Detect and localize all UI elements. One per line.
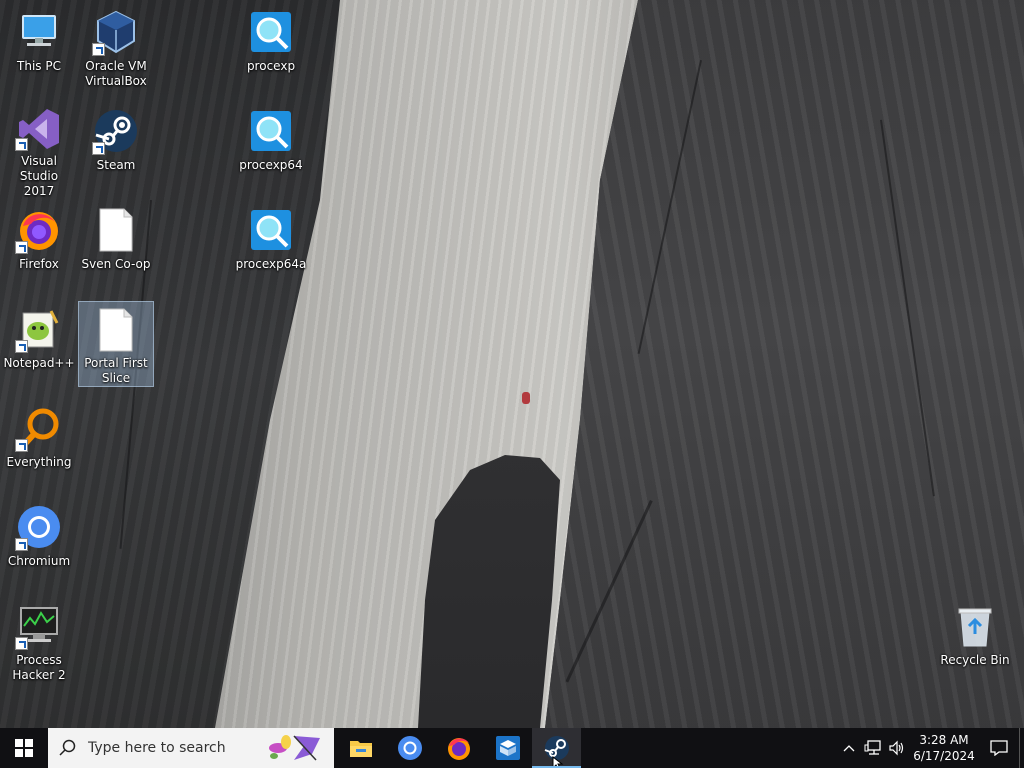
speaker-icon (889, 740, 904, 756)
desktop-icon-virtualbox[interactable]: Oracle VM VirtualBox (78, 4, 154, 90)
chevron-up-icon (843, 745, 855, 752)
procexp-icon (247, 8, 295, 56)
shortcut-arrow-icon (15, 138, 28, 151)
desktop-icon-label: Everything (6, 455, 72, 469)
shortcut-arrow-icon (15, 538, 28, 551)
desktop-icon-procexp64[interactable]: procexp64 (233, 103, 309, 189)
desktop-icon-firefox[interactable]: Firefox (1, 202, 77, 288)
virtualbox-icon (92, 8, 140, 56)
desktop-icon-steam[interactable]: Steam (78, 103, 154, 189)
taskbar: 3:28 AM 6/17/2024 (0, 728, 1024, 768)
desktop-icon-label: Firefox (19, 257, 59, 271)
taskbar-app-file-explorer[interactable] (336, 728, 385, 768)
desktop-icon-label: Oracle VM VirtualBox (85, 59, 147, 88)
shortcut-arrow-icon (15, 637, 28, 650)
desktop-icon-this-pc[interactable]: This PC (1, 4, 77, 90)
clock-time: 3:28 AM (919, 733, 969, 747)
chromium-icon (15, 503, 63, 551)
file-explorer-icon (349, 741, 372, 757)
network-icon (864, 740, 881, 755)
search-input[interactable] (88, 740, 268, 756)
desktop-icon-label: Process Hacker 2 (12, 653, 66, 682)
file-icon (92, 306, 140, 353)
clock-date: 6/17/2024 (913, 749, 975, 763)
taskbar-app-chromium[interactable] (385, 728, 434, 768)
action-center-button[interactable] (979, 728, 1019, 768)
process-hacker-icon (15, 602, 63, 650)
shortcut-arrow-icon (92, 142, 105, 155)
show-hidden-icons-button[interactable] (837, 728, 861, 768)
this-pc-icon (15, 8, 63, 56)
steam-icon (92, 107, 140, 155)
shortcut-arrow-icon (15, 439, 28, 452)
desktop-icon-label: Portal First Slice (84, 356, 148, 385)
procexp-icon (247, 107, 295, 155)
desktop-icon-label: procexp64 (239, 158, 303, 172)
desktop-icon-label: This PC (17, 59, 61, 73)
firefox-icon (15, 206, 63, 254)
everything-icon (15, 404, 63, 452)
file-icon (92, 206, 140, 254)
start-button[interactable] (0, 728, 48, 768)
firefox-icon (447, 738, 470, 760)
taskbar-search-box[interactable] (48, 728, 334, 768)
mouse-cursor-icon (552, 756, 564, 768)
windows-logo-icon (15, 739, 33, 757)
chromium-icon (397, 736, 422, 760)
desktop-icon-label: Chromium (7, 554, 71, 568)
shortcut-arrow-icon (15, 241, 28, 254)
taskbar-clock[interactable]: 3:28 AM 6/17/2024 (909, 732, 979, 764)
system-tray: 3:28 AM 6/17/2024 (837, 728, 1024, 768)
desktop-icon-portal-first-slice[interactable]: Portal First Slice (78, 301, 154, 387)
desktop-icon-label: procexp (246, 59, 296, 73)
virtualbox-icon (495, 736, 520, 760)
desktop-icon-label: Notepad++ (3, 356, 75, 370)
desktop-icon-everything[interactable]: Everything (1, 400, 77, 486)
desktop-icon-label: Recycle Bin (940, 653, 1010, 667)
recycle-bin-icon (951, 602, 999, 650)
taskbar-app-firefox[interactable] (434, 728, 483, 768)
visual-studio-icon (15, 107, 63, 151)
volume-button[interactable] (885, 728, 909, 768)
desktop-icon-label: Visual Studio 2017 (19, 154, 59, 198)
procexp-icon (247, 206, 295, 254)
taskbar-app-steam[interactable] (532, 728, 581, 768)
notification-icon (990, 740, 1008, 756)
search-highlight-butterfly-icon (264, 730, 326, 768)
desktop-icon-procexp64a[interactable]: procexp64a (233, 202, 309, 288)
desktop-icon-label: procexp64a (235, 257, 307, 271)
taskbar-app-virtualbox[interactable] (483, 728, 532, 768)
desktop-icon-label: Sven Co-op (81, 257, 151, 271)
desktop-icon-visual-studio[interactable]: Visual Studio 2017 (1, 103, 77, 198)
desktop-icon-label: Steam (96, 158, 136, 172)
desktop-icon-chromium[interactable]: Chromium (1, 499, 77, 585)
network-button[interactable] (861, 728, 885, 768)
desktop-icon-recycle-bin[interactable]: Recycle Bin (937, 598, 1013, 684)
shortcut-arrow-icon (92, 43, 105, 56)
desktop-icon-notepadpp[interactable]: Notepad++ (1, 301, 77, 387)
notepadpp-icon (15, 305, 63, 353)
show-desktop-button[interactable] (1019, 728, 1024, 768)
shortcut-arrow-icon (15, 340, 28, 353)
wallpaper-climber (522, 392, 530, 404)
search-icon (48, 739, 88, 757)
desktop-icon-process-hacker[interactable]: Process Hacker 2 (1, 598, 77, 684)
desktop-icon-sven-coop[interactable]: Sven Co-op (78, 202, 154, 288)
desktop-icon-procexp[interactable]: procexp (233, 4, 309, 90)
